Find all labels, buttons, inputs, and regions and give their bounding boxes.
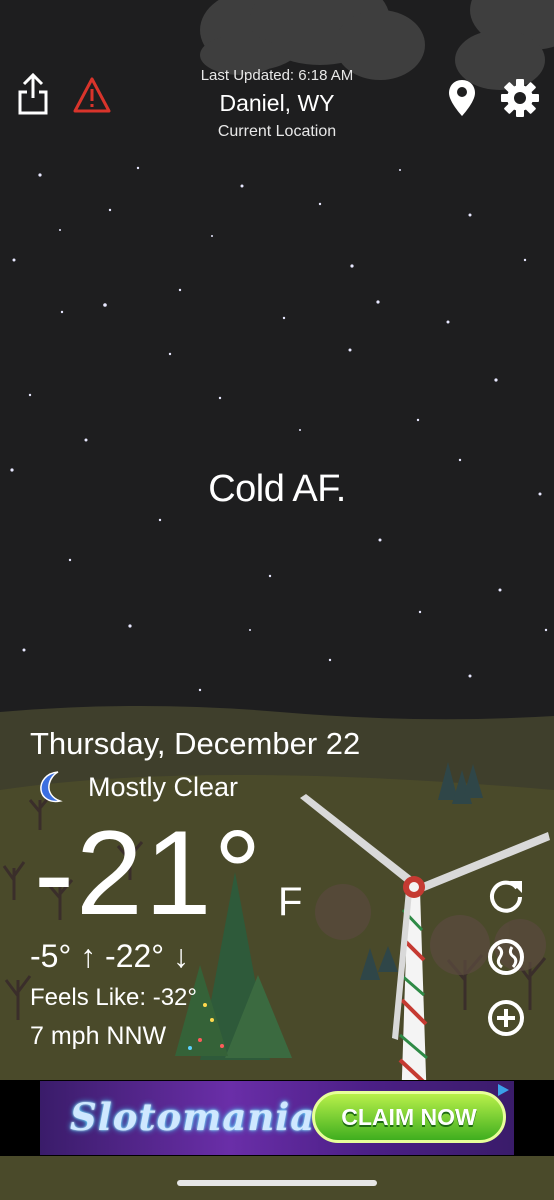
city-name[interactable]: Daniel, WY	[120, 90, 434, 117]
last-updated-text: Last Updated: 6:18 AM	[200, 67, 354, 84]
snarky-tagline[interactable]: Cold AF.	[0, 468, 554, 511]
current-location-label: Current Location	[217, 123, 337, 140]
add-location-button[interactable]	[486, 998, 526, 1038]
alert-icon	[73, 77, 111, 113]
current-temperature: -21°	[34, 806, 264, 940]
share-button[interactable]	[16, 72, 50, 116]
condition-text: Mostly Clear	[88, 772, 239, 802]
add-location-icon	[488, 1000, 524, 1036]
radar-icon	[488, 939, 524, 975]
high-low-temperature: -5° ↑ -22° ↓	[30, 938, 189, 974]
location-pin-icon	[449, 80, 475, 116]
feels-like-text: Feels Like: -32°	[30, 984, 198, 1011]
background-scene	[0, 0, 554, 1200]
moon-icon	[40, 771, 63, 803]
ad-claim-button[interactable]: CLAIM NOW	[312, 1091, 506, 1143]
share-icon	[18, 72, 48, 115]
radar-button[interactable]	[486, 937, 526, 977]
refresh-icon	[490, 880, 522, 913]
forecast-date: Thursday, December 22	[30, 726, 361, 761]
home-indicator[interactable]	[177, 1180, 377, 1186]
ad-brand-logo: Slotomania	[70, 1095, 316, 1139]
ad-banner[interactable]: Slotomania CLAIM NOW	[0, 1080, 554, 1156]
location-button[interactable]	[447, 78, 477, 118]
gear-icon	[501, 79, 539, 117]
wind-text: 7 mph NNW	[30, 1022, 167, 1050]
settings-button[interactable]	[500, 78, 540, 118]
temperature-unit[interactable]: F	[278, 880, 302, 925]
alert-button[interactable]	[72, 76, 112, 114]
ad-choices-icon[interactable]	[496, 1083, 510, 1097]
refresh-button[interactable]	[486, 875, 526, 915]
ad-creative[interactable]: Slotomania CLAIM NOW	[40, 1081, 514, 1155]
